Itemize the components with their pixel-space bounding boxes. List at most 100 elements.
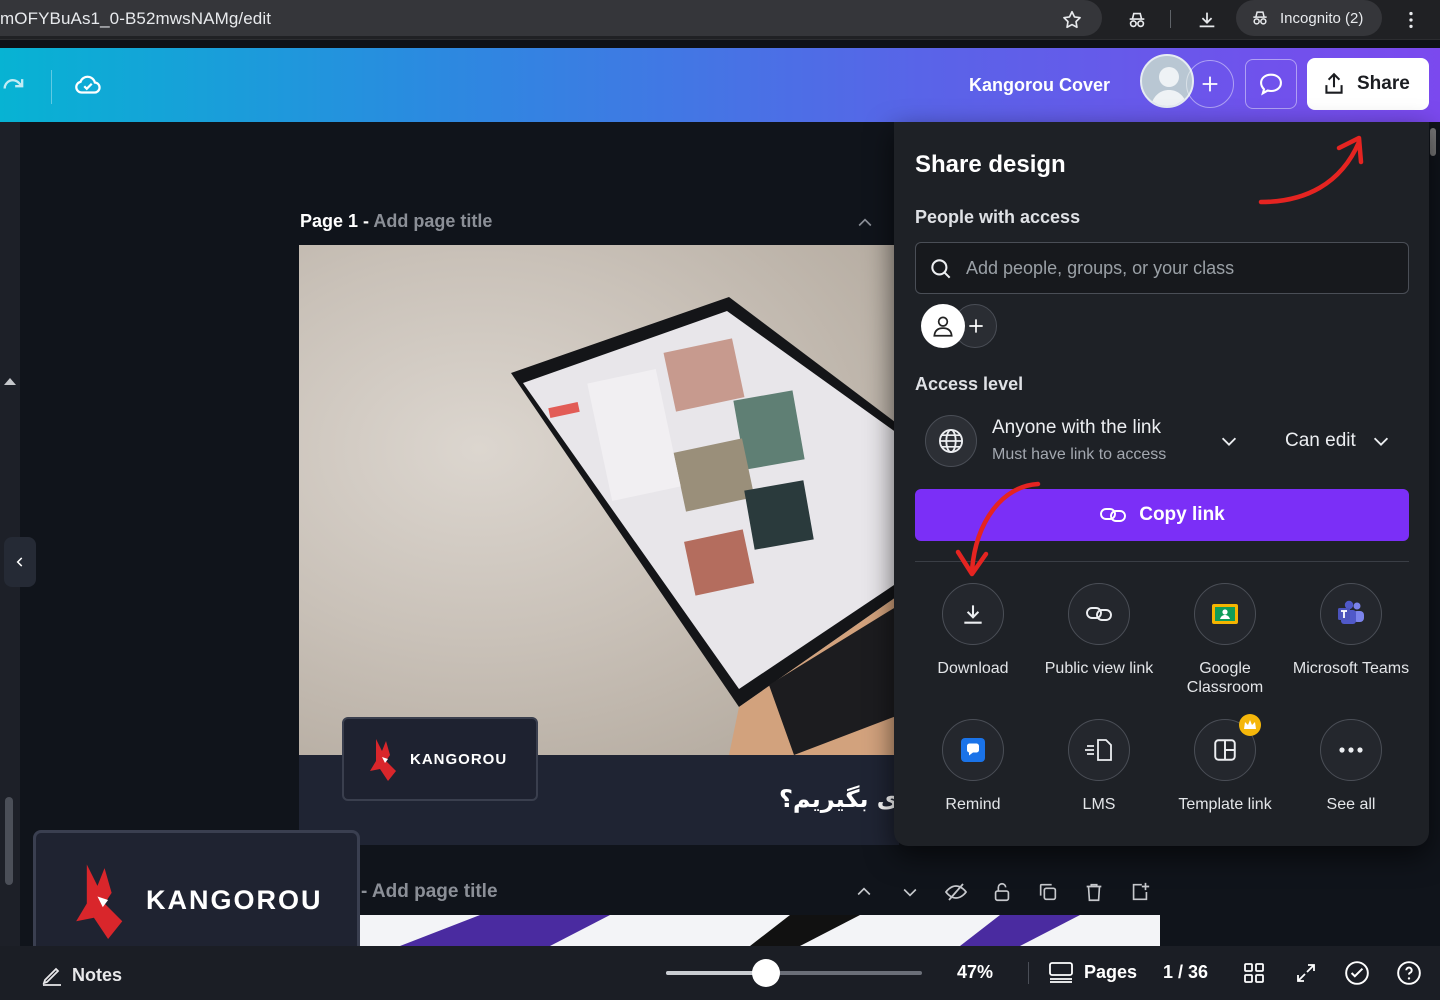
link-icon (1100, 508, 1127, 522)
pages-label: Pages (1084, 961, 1138, 982)
hide-page-icon[interactable] (940, 876, 972, 908)
plus-icon (969, 319, 983, 333)
chevron-down-icon[interactable] (894, 876, 926, 908)
chevron-up-icon[interactable] (848, 876, 880, 908)
brand-name: KANGOROU (410, 750, 508, 768)
share-option-label: Template link (1178, 796, 1272, 813)
panel-scrollbar[interactable] (1430, 128, 1436, 156)
address-bar[interactable]: mOFYBuAs1_0-B52mwsNAMg/edit (0, 0, 1102, 36)
pages-button[interactable]: Pages (1048, 960, 1137, 984)
duplicate-icon[interactable] (1032, 876, 1064, 908)
zoom-slider[interactable] (666, 959, 922, 987)
share-option-remind[interactable]: Remind (910, 719, 1036, 814)
download-icon (942, 583, 1004, 645)
plus-icon (1202, 76, 1218, 92)
share-option-label: Microsoft Teams (1292, 660, 1410, 677)
download-icon[interactable] (1194, 7, 1220, 33)
chevron-down-icon[interactable] (1218, 430, 1240, 452)
comment-button[interactable] (1245, 59, 1297, 109)
globe-icon (925, 415, 977, 467)
add-collaborator-button[interactable] (1186, 60, 1234, 108)
share-option-see-all[interactable]: See all (1288, 719, 1414, 814)
owner-avatar[interactable] (921, 304, 965, 348)
add-page-icon[interactable] (1124, 876, 1156, 908)
document-title[interactable]: Kangorou Cover (969, 75, 1110, 96)
chevron-left-icon (16, 557, 23, 567)
share-option-label: LMS (1082, 796, 1116, 813)
incognito-badge[interactable]: Incognito (2) (1236, 0, 1382, 36)
incognito-label: Incognito (2) (1280, 9, 1364, 27)
chevron-down-icon (1373, 437, 1388, 446)
user-icon (933, 316, 953, 337)
page-2-slide[interactable] (360, 915, 1160, 946)
incognito-icon (1253, 11, 1267, 25)
share-button[interactable]: Share (1307, 58, 1429, 110)
share-option-google-classroom[interactable]: Google Classroom (1162, 583, 1288, 697)
vertical-scrollbar[interactable] (5, 797, 13, 885)
editor-footer: Notes 47% Pages 1 / 36 (0, 946, 1440, 1000)
link-access-description: Must have link to access (992, 446, 1167, 463)
notes-label: Notes (72, 964, 123, 985)
page-1-title-placeholder[interactable]: Add page title (373, 211, 492, 231)
google-classroom-icon (1194, 583, 1256, 645)
zoom-slider-fill (666, 971, 766, 975)
zoom-slider-thumb[interactable] (751, 959, 780, 987)
share-upload-icon (1325, 72, 1343, 94)
page-2-title-placeholder[interactable]: - Add page title (361, 881, 498, 903)
footer-divider (1028, 962, 1029, 984)
slide-caption: ی بگیریم؟ (779, 785, 899, 813)
comment-icon (1260, 73, 1282, 96)
help-icon[interactable] (1395, 959, 1423, 987)
permission-select[interactable]: Can edit (1285, 430, 1392, 452)
share-option-label: Google Classroom (1186, 660, 1264, 696)
brand-logo-small: KANGOROU (342, 717, 538, 801)
toolbar-divider (1170, 10, 1171, 28)
share-option-download[interactable]: Download (910, 583, 1036, 678)
link-access-option[interactable]: Anyone with the link (992, 417, 1161, 439)
screen: mOFYBuAs1_0-B52mwsNAMg/edit Incognito (2… (0, 0, 1440, 1000)
notes-pencil-icon (42, 967, 61, 986)
permission-value: Can edit (1285, 430, 1356, 451)
browser-toolbar: mOFYBuAs1_0-B52mwsNAMg/edit Incognito (2… (0, 0, 1440, 40)
search-icon (931, 259, 951, 279)
page-2-toolbar (848, 876, 1156, 908)
page-1-label: Page 1 (300, 211, 359, 231)
scroll-up-icon[interactable] (3, 376, 17, 386)
collapse-sidebar-button[interactable] (4, 537, 36, 587)
pages-icon (1049, 962, 1073, 983)
share-option-public-view-link[interactable]: Public view link (1036, 583, 1162, 678)
copy-link-label: Copy link (1139, 504, 1225, 525)
trash-icon[interactable] (1078, 876, 1110, 908)
share-option-lms[interactable]: LMS (1036, 719, 1162, 814)
lock-icon[interactable] (986, 876, 1018, 908)
zoom-percentage[interactable]: 47% (957, 962, 993, 983)
add-people-field[interactable] (915, 242, 1409, 294)
share-option-microsoft-teams[interactable]: Microsoft Teams (1288, 583, 1414, 678)
share-option-template-link[interactable]: Template link (1162, 714, 1288, 814)
share-option-label: Download (937, 660, 1009, 677)
fullscreen-icon[interactable] (1292, 959, 1320, 987)
notes-button[interactable]: Notes (40, 963, 122, 987)
more-vertical-icon[interactable] (1398, 7, 1424, 33)
annotation-arrow-download (955, 481, 1041, 577)
editor-header: Kangorou Cover Share (0, 48, 1440, 122)
people-with-access-heading: People with access (915, 207, 1081, 227)
microsoft-teams-icon (1320, 583, 1382, 645)
more-horizontal-icon (1320, 719, 1382, 781)
crown-icon (1239, 714, 1261, 736)
access-avatars (921, 302, 1001, 350)
cloud-saved-icon[interactable] (70, 67, 106, 103)
page-1-title[interactable]: Page 1 - Add page title (300, 211, 492, 232)
remind-icon (942, 719, 1004, 781)
link-icon (1068, 583, 1130, 645)
check-circle-icon[interactable] (1343, 959, 1371, 987)
add-people-input[interactable] (966, 243, 1396, 293)
share-panel-title: Share design (915, 151, 1066, 178)
chevron-up-icon[interactable] (855, 213, 875, 233)
redo-icon[interactable] (0, 67, 32, 103)
share-option-label: Remind (945, 796, 1001, 813)
grid-view-icon[interactable] (1240, 959, 1268, 987)
star-icon[interactable] (1059, 7, 1085, 33)
incognito-icon[interactable] (1124, 7, 1150, 33)
kangaroo-logo-icon (76, 864, 123, 939)
